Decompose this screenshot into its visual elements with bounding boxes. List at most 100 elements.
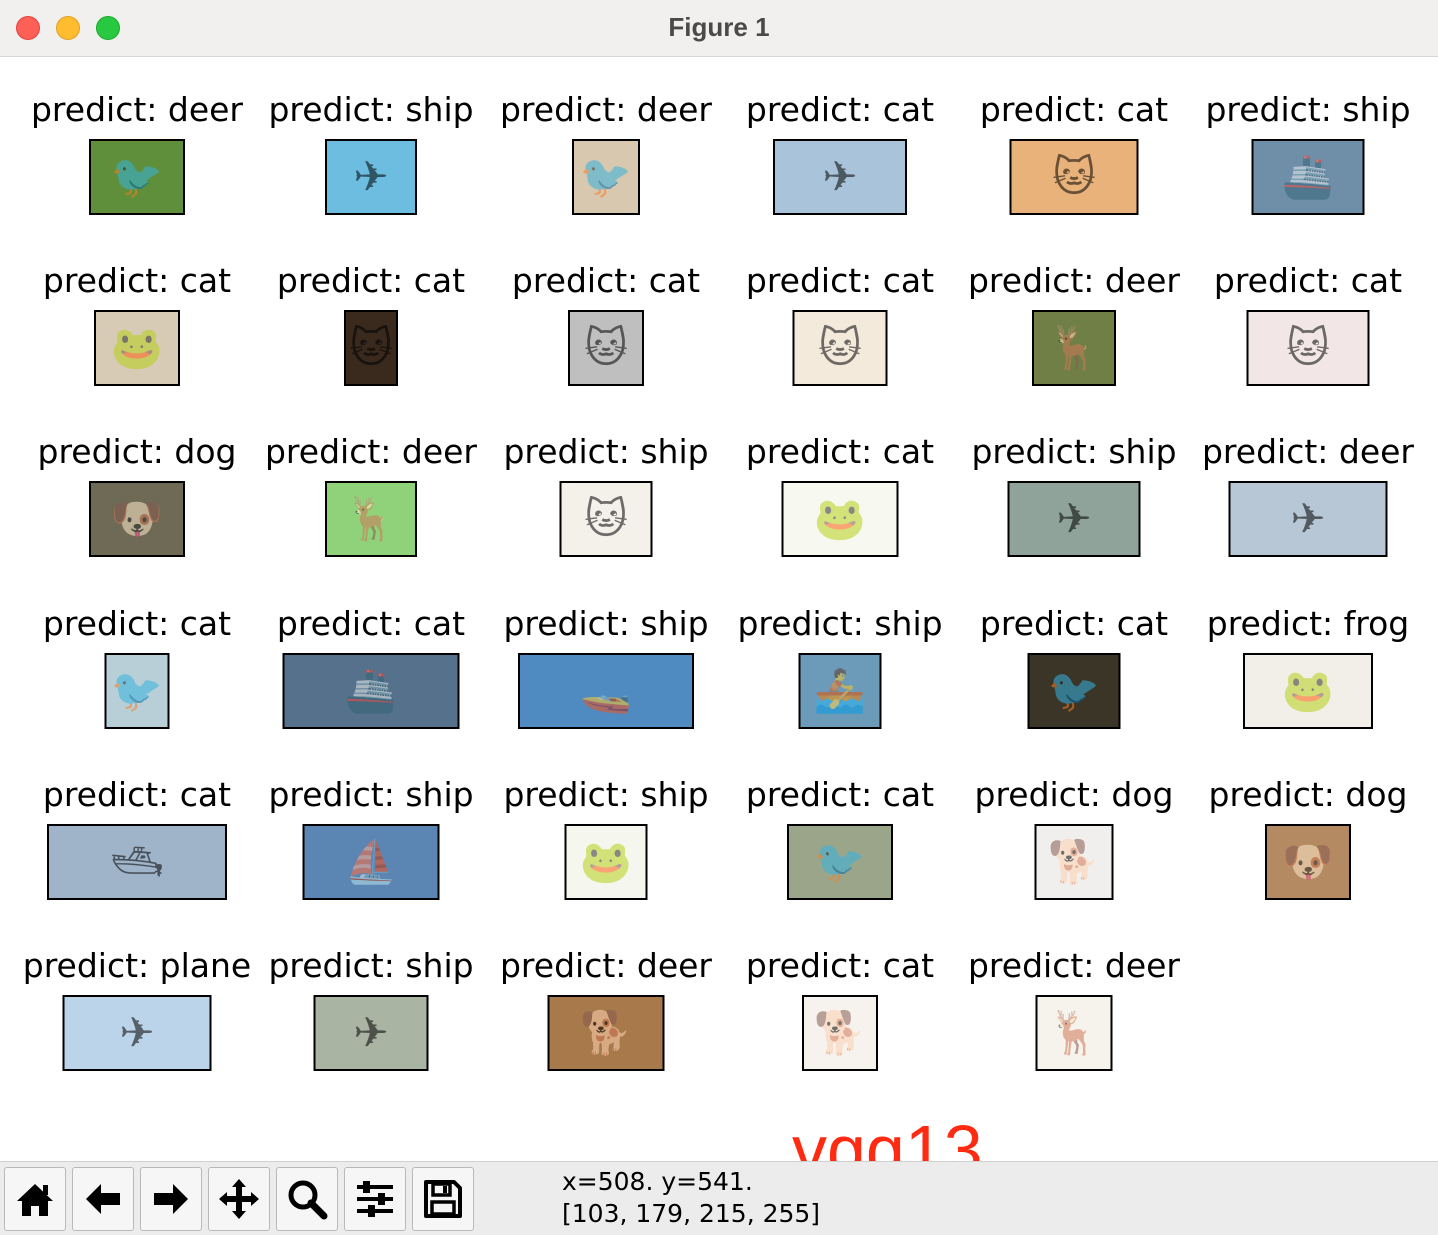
image-content-icon: 🐕 [813,1008,867,1057]
subplot-title: predict: cat [745,775,935,814]
subplot-34: predict: cat 🐕 [723,913,957,1084]
save-icon [424,1180,462,1218]
subplot-image: 🚤 [518,653,694,729]
subplot-title: predict: cat [1213,261,1403,300]
subplot-22: predict: ship 🚣 [723,571,957,742]
subplot-15: predict: ship 🐱 [489,399,723,570]
subplot-image: 🐦 [104,653,170,729]
subplot-9: predict: cat 🐱 [489,228,723,399]
subplot-20: predict: cat 🚢 [254,571,488,742]
subplot-title: predict: dog [1208,775,1408,814]
subplot-title: predict: plane [22,946,252,985]
subplot-image: 🦌 [1035,995,1113,1071]
subplot-33: predict: deer 🐕 [489,913,723,1084]
subplot-title: predict: dog [37,432,237,471]
back-arrow-icon [86,1184,120,1214]
subplot-title: predict: deer [967,261,1181,300]
subplot-title: predict: deer [264,432,478,471]
subplot-image: ✈ [325,139,417,215]
subplot-title: predict: ship [737,604,943,643]
subplot-title: predict: cat [745,261,935,300]
subplot-28: predict: cat 🐦 [723,742,957,913]
subplot-title: predict: cat [276,604,466,643]
subplot-image: 🛥 [47,824,227,900]
image-content-icon: 🦌 [1047,1008,1101,1057]
forward-arrow-icon [154,1184,188,1214]
image-content-icon: 🚢 [344,666,398,715]
subplot-title: predict: ship [503,604,709,643]
image-content-icon: 🐱 [818,323,862,372]
subplot-title: predict: cat [745,946,935,985]
subplot-title: predict: deer [967,946,1181,985]
subplot-image: ✈ [1007,481,1141,557]
subplot-title: predict: ship [971,432,1177,471]
image-content-icon: 🐸 [813,494,867,543]
subplot-image: 🐸 [94,310,180,386]
image-content-icon: 🐦 [813,837,867,886]
image-content-icon: 🐕 [579,1008,633,1057]
subplot-image: 🐱 [559,481,653,557]
subplot-11: predict: deer 🦌 [957,228,1191,399]
subplot-image: 🐕 [802,995,878,1071]
image-content-icon: 🐦 [579,152,633,201]
subplot-image: 🐱 [792,310,888,386]
subplot-title: predict: cat [42,604,232,643]
image-content-icon: ⛵ [344,837,398,886]
back-button[interactable] [72,1167,134,1231]
subplot-title: predict: cat [511,261,701,300]
subplot-27: predict: ship 🐸 [489,742,723,913]
subplot-image: 🐱 [1246,310,1370,386]
image-content-icon: 🐱 [584,323,628,372]
subplot-image: ✈ [62,995,212,1071]
image-content-icon: ✈ [353,152,389,201]
subplot-title: predict: ship [268,775,474,814]
subplot-image: 🐶 [89,481,185,557]
subplot-image: 🐶 [1265,824,1351,900]
subplot-image: ✈ [1228,481,1388,557]
subplot-26: predict: ship ⛵ [254,742,488,913]
subplot-4: predict: cat ✈ [723,57,957,228]
pan-button[interactable] [208,1167,270,1231]
subplot-8: predict: cat 🐱 [254,228,488,399]
subplot-35: predict: deer 🦌 [957,913,1191,1084]
subplot-23: predict: cat 🐦 [957,571,1191,742]
image-content-icon: 🐱 [1286,323,1330,372]
subplot-image: 🐱 [1009,139,1139,215]
image-content-icon: 🐦 [1047,666,1101,715]
subplot-image: 🐕 [547,995,665,1071]
save-button[interactable] [412,1167,474,1231]
subplot-title: predict: deer [1201,432,1415,471]
subplot-21: predict: ship 🚤 [489,571,723,742]
zoom-button[interactable] [276,1167,338,1231]
zoom-icon [288,1180,328,1220]
image-content-icon: 🚢 [1281,152,1335,201]
figure-canvas[interactable]: predict: deer 🐦 predict: ship ✈ predict: dee… [0,57,1438,1161]
subplot-13: predict: dog 🐶 [20,399,254,570]
subplot-image: 🐦 [1027,653,1121,729]
image-content-icon: 🐦 [110,666,164,715]
forward-button[interactable] [140,1167,202,1231]
subplot-title: predict: cat [979,90,1169,129]
image-content-icon: 🐱 [1052,152,1096,201]
subplot-title: predict: cat [745,432,935,471]
subplot-5: predict: cat 🐱 [957,57,1191,228]
image-content-icon: ✈ [353,1008,389,1057]
subplot-16: predict: cat 🐸 [723,399,957,570]
image-content-icon: 🐸 [1281,666,1335,715]
subplot-image: 🐱 [568,310,644,386]
subplot-title: predict: ship [268,90,474,129]
home-button[interactable] [4,1167,66,1231]
subplot-image: ✈ [773,139,907,215]
subplot-image: 🐕 [1034,824,1114,900]
subplot-title: predict: ship [1205,90,1411,129]
subplot-24: predict: frog 🐸 [1191,571,1425,742]
subplot-30: predict: dog 🐶 [1191,742,1425,913]
image-content-icon: 🐱 [349,323,393,372]
subplot-29: predict: dog 🐕 [957,742,1191,913]
cursor-readout: x=508. y=541. [103, 179, 215, 255] [562,1166,820,1230]
image-content-icon: 🚣 [813,666,867,715]
subplot-19: predict: cat 🐦 [20,571,254,742]
configure-subplots-button[interactable] [344,1167,406,1231]
configure-subplots-icon [357,1181,393,1217]
home-icon [17,1184,53,1216]
